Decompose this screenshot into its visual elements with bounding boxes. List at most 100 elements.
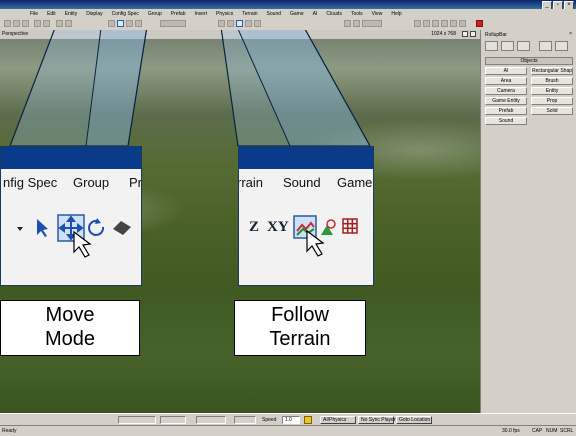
flow-graph-icon[interactable] — [459, 20, 466, 27]
perspective-viewport[interactable]: Perspective 1024 x 768 nfig Spec Group P… — [0, 30, 480, 413]
snap-to-objects-icon[interactable] — [245, 20, 252, 27]
object-ai-button[interactable]: AI — [485, 67, 527, 75]
record-icon[interactable] — [476, 20, 483, 27]
scale-icon[interactable] — [135, 20, 142, 27]
menu-group[interactable]: Group — [148, 11, 162, 17]
menu-file[interactable]: File — [30, 11, 38, 17]
status-ready: Ready — [2, 428, 17, 434]
caption-line-2: Mode — [44, 328, 96, 350]
x-coordinate-field[interactable] — [118, 416, 156, 424]
status-cap: CAP — [532, 428, 543, 434]
menu-terrain[interactable]: Terrain — [242, 11, 257, 17]
caption-line-1: Follow — [271, 304, 329, 326]
terrain-tool-icon[interactable] — [414, 20, 421, 27]
layer-dropdown[interactable] — [362, 20, 382, 27]
texture-icon[interactable] — [441, 20, 448, 27]
object-camera-button[interactable]: Camera — [485, 87, 527, 95]
menu-sound[interactable]: Sound — [267, 11, 281, 17]
rollup-title: RollupBar — [485, 32, 507, 38]
menu-edit[interactable]: Edit — [47, 11, 56, 17]
ai-physics-button[interactable]: AI/Physics — [320, 416, 356, 424]
camera-icon[interactable] — [344, 20, 351, 27]
status-fps: 30.0 fps — [502, 428, 520, 434]
rollup-tab-display[interactable] — [539, 41, 552, 51]
new-icon[interactable] — [4, 20, 11, 27]
zoom-panel-follow-terrain: rrain Sound Game Z XY — [238, 146, 374, 286]
lock-icon[interactable] — [304, 416, 312, 424]
menu-clouds[interactable]: Clouds — [326, 11, 342, 17]
axis-z-icon[interactable] — [218, 20, 225, 27]
sky-icon[interactable] — [450, 20, 457, 27]
menu-config-spec[interactable]: Config Spec — [112, 11, 139, 17]
menu-ai[interactable]: AI — [313, 11, 318, 17]
object-prop-button[interactable]: Prop — [531, 97, 573, 105]
object-prefab-button[interactable]: Prefab — [485, 107, 527, 115]
goto-location-button[interactable]: Goto Location — [396, 416, 432, 424]
caption-move-mode: Move Mode — [0, 300, 140, 356]
zoom-menu-sound: Sound — [283, 175, 321, 190]
object-sound-button[interactable]: Sound — [485, 117, 527, 125]
menu-display[interactable]: Display — [86, 11, 102, 17]
select-arrow-icon — [37, 219, 48, 237]
no-sync-player-button[interactable]: No Sync Player — [358, 416, 395, 424]
zoom-title-strip — [239, 147, 373, 169]
menu-entity[interactable]: Entity — [65, 11, 78, 17]
zoom-menu-prefab: Pr — [129, 175, 142, 190]
zoom-menu-terrain: rrain — [238, 175, 264, 190]
save-icon[interactable] — [22, 20, 29, 27]
object-area-button[interactable]: Area — [485, 77, 527, 85]
undo-icon[interactable] — [34, 20, 41, 27]
zoom-panel-move-mode: nfig Spec Group Pr — [0, 146, 142, 286]
rollup-tab-modify[interactable] — [517, 41, 530, 51]
rotate-icon[interactable] — [126, 20, 133, 27]
zoom-toolbar-row: Z XY — [239, 199, 373, 285]
rollup-tab-terrain[interactable] — [501, 41, 514, 51]
menu-tools[interactable]: Tools — [351, 11, 363, 17]
zoom-move-tools — [17, 214, 131, 258]
link-icon[interactable] — [56, 20, 63, 27]
zoom-menu-row: nfig Spec Group Pr — [1, 169, 141, 199]
object-brush-button[interactable]: Brush — [531, 77, 573, 85]
unlink-icon[interactable] — [65, 20, 72, 27]
object-rectangular-shape-button[interactable]: Rectangular Shape — [531, 67, 573, 75]
objects-grid: AI Rectangular Shape Area Brush Camera E… — [485, 67, 573, 125]
select-icon[interactable] — [108, 20, 115, 27]
status-bar: Ready 30.0 fps CAP NUM SCRL — [0, 425, 576, 436]
object-entity-button[interactable]: Entity — [531, 87, 573, 95]
rollup-bar: RollupBar × Objects AI Rectangular Shape… — [480, 30, 576, 413]
objects-header[interactable]: Objects — [485, 57, 573, 65]
speed-label: Speed — [262, 417, 277, 423]
grid-icon — [342, 218, 358, 234]
menu-prefab[interactable]: Prefab — [171, 11, 186, 17]
vegetation-icon[interactable] — [423, 20, 430, 27]
dropdown-arrow-icon — [17, 227, 23, 231]
menu-insert[interactable]: Insert — [195, 11, 208, 17]
rollup-close-icon[interactable]: × — [569, 31, 572, 37]
status-num: NUM — [546, 428, 558, 434]
object-solid-button[interactable]: Solid — [531, 107, 573, 115]
zoom-menu-group: Group — [73, 175, 110, 190]
redo-icon[interactable] — [43, 20, 50, 27]
axis-xy-icon[interactable] — [227, 20, 234, 27]
menu-view[interactable]: View — [372, 11, 383, 17]
y-coordinate-field[interactable] — [160, 416, 186, 424]
menu-physics[interactable]: Physics — [216, 11, 233, 17]
coordinate-system-dropdown[interactable] — [160, 20, 186, 27]
menu-game[interactable]: Game — [290, 11, 304, 17]
layer-icon[interactable] — [353, 20, 360, 27]
z-coordinate-field[interactable] — [196, 416, 226, 424]
menu-help[interactable]: Help — [391, 11, 401, 17]
title-bar: _ ▫ × — [0, 0, 576, 10]
rollup-tab-objects[interactable] — [485, 41, 498, 51]
zoom-terrain-tools — [293, 215, 358, 257]
move-icon[interactable] — [117, 20, 124, 27]
speed-input[interactable]: 1.0 — [282, 416, 300, 424]
open-icon[interactable] — [13, 20, 20, 27]
grid-icon[interactable] — [254, 20, 261, 27]
lighting-icon[interactable] — [432, 20, 439, 27]
snap-angle-field[interactable] — [234, 416, 256, 424]
object-game-entity-button[interactable]: Game Entity — [485, 97, 527, 105]
zoom-menu-row: rrain Sound Game — [239, 169, 373, 199]
follow-terrain-icon[interactable] — [236, 20, 243, 27]
rollup-tab-layers[interactable] — [555, 41, 568, 51]
